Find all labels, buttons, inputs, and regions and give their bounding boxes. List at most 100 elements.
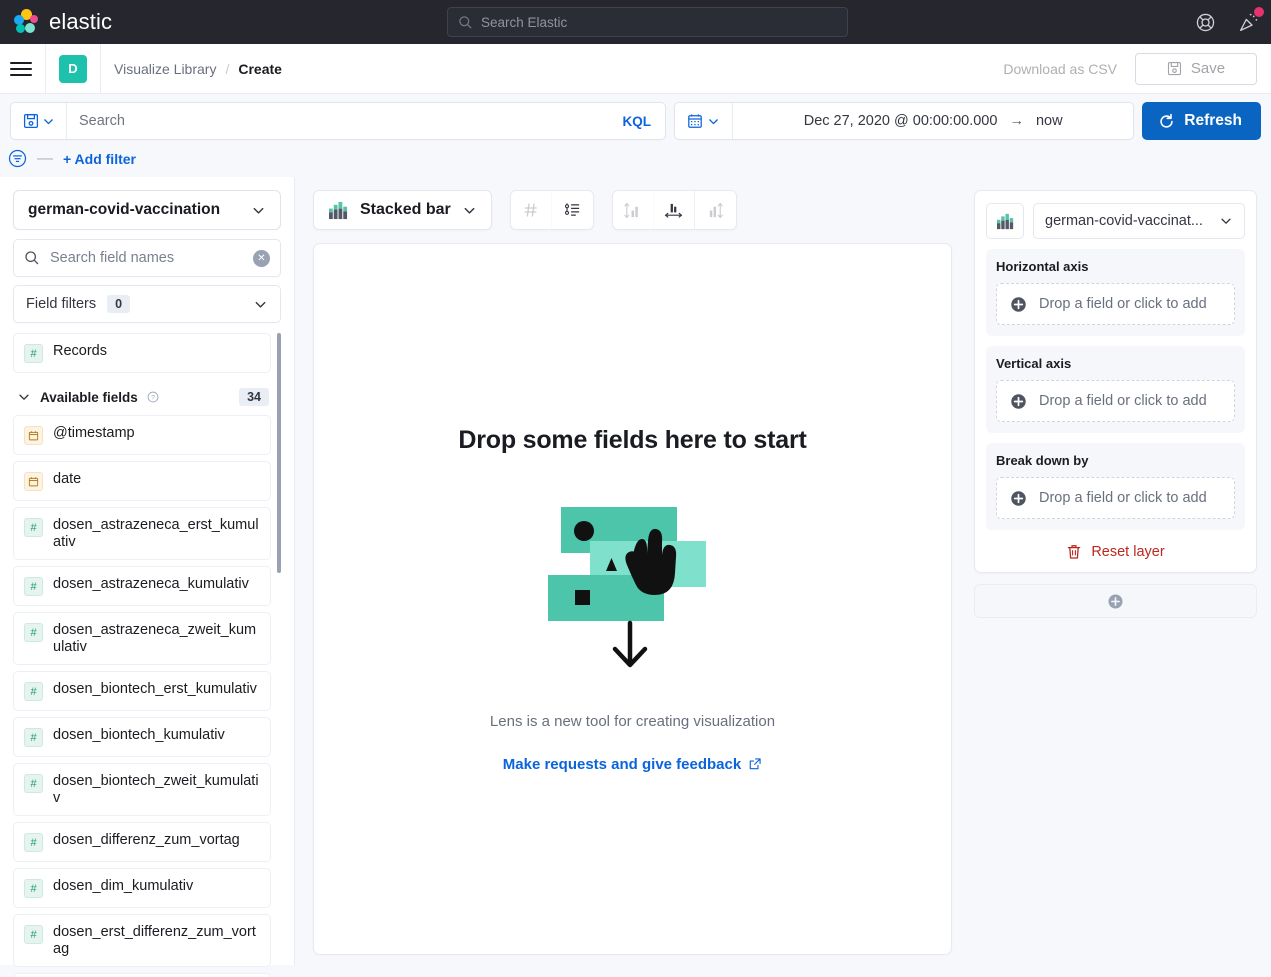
save-button[interactable]: Save: [1135, 53, 1257, 85]
axis-button-group: [612, 190, 737, 230]
filter-icon[interactable]: [8, 149, 27, 168]
field-list[interactable]: # Records Available fields ? 34 @timesta…: [13, 333, 281, 977]
number-field-icon: #: [24, 728, 43, 747]
field-item[interactable]: #dosen_biontech_erst_kumulativ: [13, 671, 271, 711]
search-icon: [24, 250, 40, 266]
dimension-drop-target[interactable]: Drop a field or click to add: [996, 380, 1235, 422]
global-header: elastic Search Elastic: [0, 0, 1271, 44]
download-csv-button[interactable]: Download as CSV: [1003, 61, 1117, 77]
query-language-button[interactable]: KQL: [623, 114, 666, 129]
dimension-label: Horizontal axis: [996, 259, 1235, 274]
available-fields-count: 34: [239, 388, 269, 406]
drop-workspace[interactable]: Drop some fields here to start Lens is a…: [313, 243, 952, 955]
global-search-input[interactable]: Search Elastic: [447, 7, 848, 37]
field-item[interactable]: #dosen_dim_kumulativ: [13, 868, 271, 908]
add-layer-button[interactable]: [974, 584, 1257, 618]
settings-button-group: [510, 190, 594, 230]
breadcrumb-item-visualize-library[interactable]: Visualize Library: [114, 61, 216, 77]
date-end[interactable]: now: [1036, 113, 1063, 129]
chevron-down-icon: [253, 297, 268, 312]
number-field-icon: #: [24, 833, 43, 852]
date-range-display[interactable]: Dec 27, 2020 @ 00:00:00.000 → now: [733, 113, 1133, 129]
dimension-drop-target[interactable]: Drop a field or click to add: [996, 477, 1235, 519]
filter-bar: — + Add filter: [0, 140, 1271, 177]
bottom-axis-button[interactable]: [654, 191, 695, 229]
number-field-icon: #: [24, 344, 43, 363]
chart-toolbar: Stacked bar: [313, 190, 952, 230]
date-field-icon: [24, 472, 43, 491]
chevron-down-icon: [707, 115, 720, 128]
left-axis-button[interactable]: [613, 191, 654, 229]
chart-type-switcher[interactable]: Stacked bar: [313, 190, 492, 230]
feedback-link[interactable]: Make requests and give feedback: [503, 756, 762, 773]
field-item[interactable]: #dosen_astrazeneca_erst_kumulativ: [13, 507, 271, 560]
plus-circle-icon: [1010, 296, 1027, 313]
lens-editor: german-covid-vaccination Search field na…: [0, 177, 1271, 965]
field-item[interactable]: #dosen_astrazeneca_zweit_kumulativ: [13, 612, 271, 665]
right-axis-button[interactable]: [695, 191, 736, 229]
layer-chart-type-button[interactable]: [986, 203, 1024, 239]
scrollbar-thumb[interactable]: [277, 333, 281, 573]
brand-name: elastic: [49, 9, 112, 35]
elastic-brand[interactable]: elastic: [0, 9, 112, 36]
datasource-label: german-covid-vaccination: [28, 201, 220, 219]
plus-circle-icon: [1010, 490, 1027, 507]
field-name: dosen_astrazeneca_erst_kumulativ: [53, 517, 260, 550]
field-item[interactable]: date: [13, 461, 271, 501]
refresh-button[interactable]: Refresh: [1142, 102, 1261, 140]
field-name: dosen_biontech_zweit_kumulativ: [53, 773, 260, 806]
field-list-scrollbar[interactable]: [277, 333, 281, 977]
dimension-drop-target[interactable]: Drop a field or click to add: [996, 283, 1235, 325]
field-name: dosen_differenz_zum_vortag: [53, 832, 240, 849]
field-filters-button[interactable]: Field filters 0: [13, 285, 281, 323]
stacked-bar-icon: [996, 213, 1015, 230]
field-name: dosen_biontech_erst_kumulativ: [53, 681, 257, 698]
layer-panel: german-covid-vaccinat... Horizontal axis…: [974, 190, 1257, 573]
question-circle-icon[interactable]: ?: [147, 391, 159, 403]
field-name: dosen_erst_differenz_zum_vortag: [53, 924, 260, 957]
field-item-records[interactable]: # Records: [13, 333, 271, 373]
header-actions: [1195, 0, 1259, 44]
field-item[interactable]: #dosen_astrazeneca_kumulativ: [13, 566, 271, 606]
field-item[interactable]: #dosen_johnson_kumulativ: [13, 973, 271, 977]
date-quick-select-button[interactable]: [675, 103, 733, 139]
saved-query-button[interactable]: [11, 103, 67, 139]
dimension-placeholder: Drop a field or click to add: [1039, 490, 1207, 506]
elastic-logo-icon: [13, 9, 40, 36]
date-start[interactable]: Dec 27, 2020 @ 00:00:00.000: [804, 113, 998, 129]
clear-x-icon[interactable]: ✕: [253, 250, 270, 267]
chevron-down-icon: [462, 203, 477, 218]
legend-list-icon: [564, 202, 581, 218]
right-axis-icon: [706, 202, 725, 219]
page-actions: Download as CSV Save: [1003, 53, 1257, 85]
space-avatar[interactable]: D: [59, 55, 87, 83]
field-item[interactable]: #dosen_erst_differenz_zum_vortag: [13, 914, 271, 967]
field-item[interactable]: # dosen_differenz_zum_vortag: [13, 822, 271, 862]
calendar-icon: [687, 113, 703, 129]
field-item[interactable]: @timestamp: [13, 415, 271, 455]
field-item[interactable]: # dosen_biontech_kumulativ: [13, 717, 271, 757]
party-popper-icon[interactable]: [1238, 12, 1259, 33]
workspace-title: Drop some fields here to start: [458, 426, 806, 455]
available-fields-header[interactable]: Available fields ? 34: [13, 379, 271, 415]
reset-layer-button[interactable]: Reset layer: [986, 544, 1245, 560]
value-format-button[interactable]: [511, 191, 552, 229]
field-search-input[interactable]: Search field names ✕: [13, 239, 281, 277]
hamburger-menu-icon[interactable]: [10, 58, 32, 80]
svg-text:?: ?: [151, 394, 155, 401]
add-filter-button[interactable]: + Add filter: [63, 151, 136, 167]
field-item[interactable]: #dosen_biontech_zweit_kumulativ: [13, 763, 271, 816]
lifebuoy-icon[interactable]: [1195, 12, 1216, 33]
legend-settings-button[interactable]: [552, 191, 593, 229]
available-fields-label: Available fields: [40, 390, 138, 405]
number-field-icon: #: [24, 577, 43, 596]
horizontal-axis-icon: [664, 202, 683, 219]
field-name: dosen_biontech_kumulativ: [53, 727, 225, 744]
divider: [100, 44, 101, 94]
search-icon: [458, 15, 473, 30]
layer-datasource-select[interactable]: german-covid-vaccinat...: [1033, 203, 1245, 239]
notification-badge: [1254, 7, 1264, 17]
breadcrumb-separator: /: [225, 61, 229, 77]
datasource-select[interactable]: german-covid-vaccination: [13, 190, 281, 230]
query-input[interactable]: Search: [67, 113, 623, 129]
